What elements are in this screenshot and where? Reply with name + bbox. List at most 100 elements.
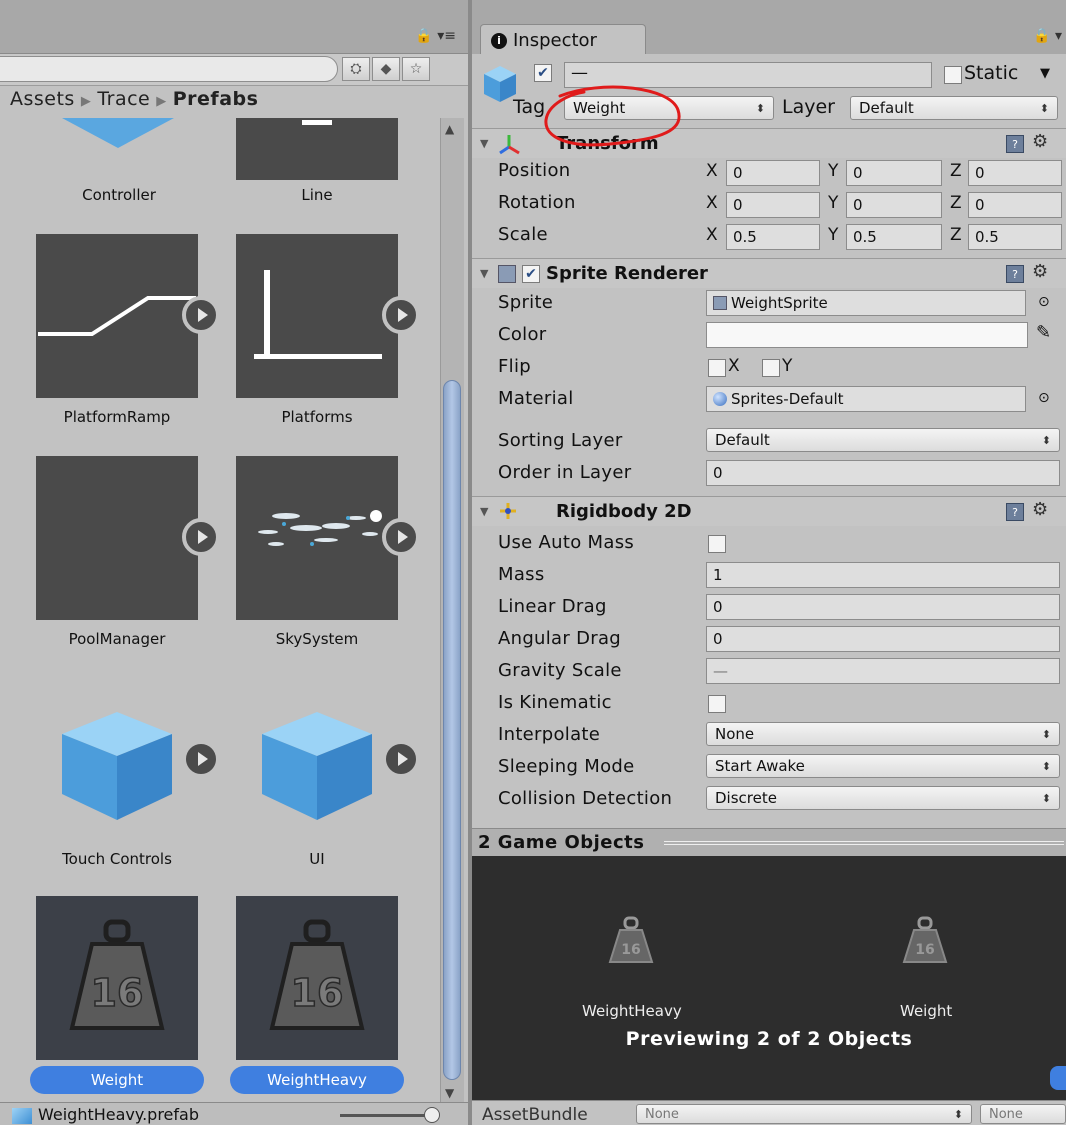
assetbundle-name-dropdown[interactable]: None ⬍ [636,1104,972,1124]
position-z-field[interactable]: 0 [968,160,1062,186]
selection-count-title: 2 Game Objects [478,832,645,853]
ui-cube-icon[interactable] [262,712,372,820]
tile-label-weightheavy-selected[interactable]: WeightHeavy [230,1066,404,1094]
expand-prefab-play-icon[interactable] [182,740,220,778]
search-input[interactable] [0,56,338,82]
expand-prefab-play-icon[interactable] [182,296,220,334]
flip-y-checkbox[interactable] [762,359,780,377]
thumbnail-size-slider[interactable] [340,1114,432,1117]
favorite-star-icon[interactable]: ☆ [402,57,430,81]
eyedropper-icon[interactable]: ✎ [1036,322,1051,343]
weight-prefab-thumbnail[interactable]: 16 [36,896,198,1060]
use-auto-mass-checkbox[interactable] [708,535,726,553]
angular-drag-field[interactable]: 0 [706,626,1060,652]
flip-x-label: X [728,356,740,376]
gear-icon[interactable]: ⚙ [1032,261,1048,282]
lock-icon[interactable]: 🔒 ▾≡ [415,28,456,44]
position-x-field[interactable]: 0 [726,160,820,186]
scale-x-field[interactable]: 0.5 [726,224,820,250]
scale-z-field[interactable]: 0.5 [968,224,1062,250]
material-label: Material [498,388,574,409]
help-icon[interactable]: ? [1006,135,1024,153]
controller-prefab-thumbnail[interactable] [62,118,174,148]
rotation-x-field[interactable]: 0 [726,192,820,218]
gear-icon[interactable]: ⚙ [1032,131,1048,152]
tab-inspector[interactable]: i Inspector [480,24,646,56]
scroll-down-icon[interactable]: ▼ [445,1086,454,1100]
poolmanager-prefab-thumbnail[interactable] [36,456,198,620]
rotation-z-field[interactable]: 0 [968,192,1062,218]
foldout-triangle-icon[interactable]: ▼ [480,137,488,150]
breadcrumb-prefabs[interactable]: Prefabs [173,88,259,110]
object-picker-icon[interactable]: ⊙ [1038,294,1050,310]
scale-y-field[interactable]: 0.5 [846,224,942,250]
scroll-up-icon[interactable]: ▲ [445,122,454,136]
collision-detection-value: Discrete [715,789,777,807]
skysystem-prefab-thumbnail[interactable] [236,456,398,620]
project-scrollbar-thumb[interactable] [443,380,461,1080]
rotation-label: Rotation [498,192,576,213]
thumbnail-size-slider-knob[interactable] [424,1107,440,1123]
lock-icon[interactable]: 🔒 ▾ [1033,28,1062,44]
rotation-y-field[interactable]: 0 [846,192,942,218]
line-prefab-thumbnail[interactable] [236,118,398,180]
expand-prefab-play-icon[interactable] [382,518,420,556]
filter-by-type-icon[interactable]: ⛭ [342,57,370,81]
platformramp-prefab-thumbnail[interactable] [36,234,198,398]
sleeping-mode-dropdown[interactable]: Start Awake ⬍ [706,754,1060,778]
interpolate-dropdown[interactable]: None ⬍ [706,722,1060,746]
axis-x-label: X [706,193,718,213]
mass-field[interactable]: 1 [706,562,1060,588]
static-checkbox[interactable] [944,66,962,84]
help-icon[interactable]: ? [1006,265,1024,283]
sorting-layer-dropdown[interactable]: Default ⬍ [706,428,1060,452]
svg-text:16: 16 [915,942,934,958]
prefab-icon [12,1108,32,1124]
color-swatch-field[interactable] [706,322,1028,348]
assetbundle-variant-value: None [989,1106,1023,1122]
help-icon[interactable]: ? [1006,503,1024,521]
weight-icon: 16 [269,919,365,1030]
axis-y-label: Y [828,193,839,213]
platforms-prefab-thumbnail[interactable] [236,234,398,398]
inspector-panel: i Inspector 🔒 ▾ ✔ — Static ▼ Tag Weight ⬍… [472,0,1066,1125]
selection-preview-header[interactable]: 2 Game Objects [472,828,1066,856]
sprite-renderer-component-header[interactable]: ▼ ✔ Sprite Renderer ? ⚙ [472,258,1066,288]
touch-controls-cube-icon[interactable] [62,712,172,820]
gear-icon[interactable]: ⚙ [1032,499,1048,520]
inspector-tab-bar: i Inspector 🔒 ▾ [472,0,1066,56]
clouds-icon [258,510,382,546]
filter-by-label-icon[interactable]: ◆ [372,57,400,81]
rigidbody2d-component-header[interactable]: ▼ Rigidbody 2D ? ⚙ [472,496,1066,526]
object-picker-icon[interactable]: ⊙ [1038,390,1050,406]
expand-prefab-play-icon[interactable] [382,296,420,334]
linear-drag-field[interactable]: 0 [706,594,1060,620]
sprite-object-field[interactable]: WeightSprite [706,290,1026,316]
layer-dropdown[interactable]: Default ⬍ [850,96,1058,120]
breadcrumb-assets[interactable]: Assets [10,88,75,110]
foldout-triangle-icon[interactable]: ▼ [480,267,488,280]
assetbundle-variant-dropdown[interactable]: None [980,1104,1066,1124]
order-in-layer-field[interactable]: 0 [706,460,1060,486]
preview-badge-icon[interactable] [1050,1066,1066,1090]
static-dropdown-arrow-icon[interactable]: ▼ [1040,66,1050,81]
is-kinematic-label: Is Kinematic [498,692,612,713]
flip-x-checkbox[interactable] [708,359,726,377]
preview-name-weight: Weight [900,1002,953,1020]
expand-prefab-play-icon[interactable] [182,518,220,556]
position-y-field[interactable]: 0 [846,160,942,186]
collision-detection-dropdown[interactable]: Discrete ⬍ [706,786,1060,810]
breadcrumb-trace[interactable]: Trace [97,88,150,110]
chevron-right-icon: ▶ [80,94,92,109]
color-label: Color [498,324,547,345]
is-kinematic-checkbox[interactable] [708,695,726,713]
material-object-field[interactable]: Sprites-Default [706,386,1026,412]
expand-prefab-play-icon[interactable] [382,740,420,778]
weightheavy-prefab-thumbnail[interactable]: 16 [236,896,398,1060]
axis-y-label: Y [828,225,839,245]
project-toolbar: ⛭ ◆ ☆ [0,54,468,86]
sprite-renderer-enabled-checkbox[interactable]: ✔ [522,265,540,283]
gravity-scale-field[interactable]: — [706,658,1060,684]
foldout-triangle-icon[interactable]: ▼ [480,505,488,518]
tile-label-weight-selected[interactable]: Weight [30,1066,204,1094]
